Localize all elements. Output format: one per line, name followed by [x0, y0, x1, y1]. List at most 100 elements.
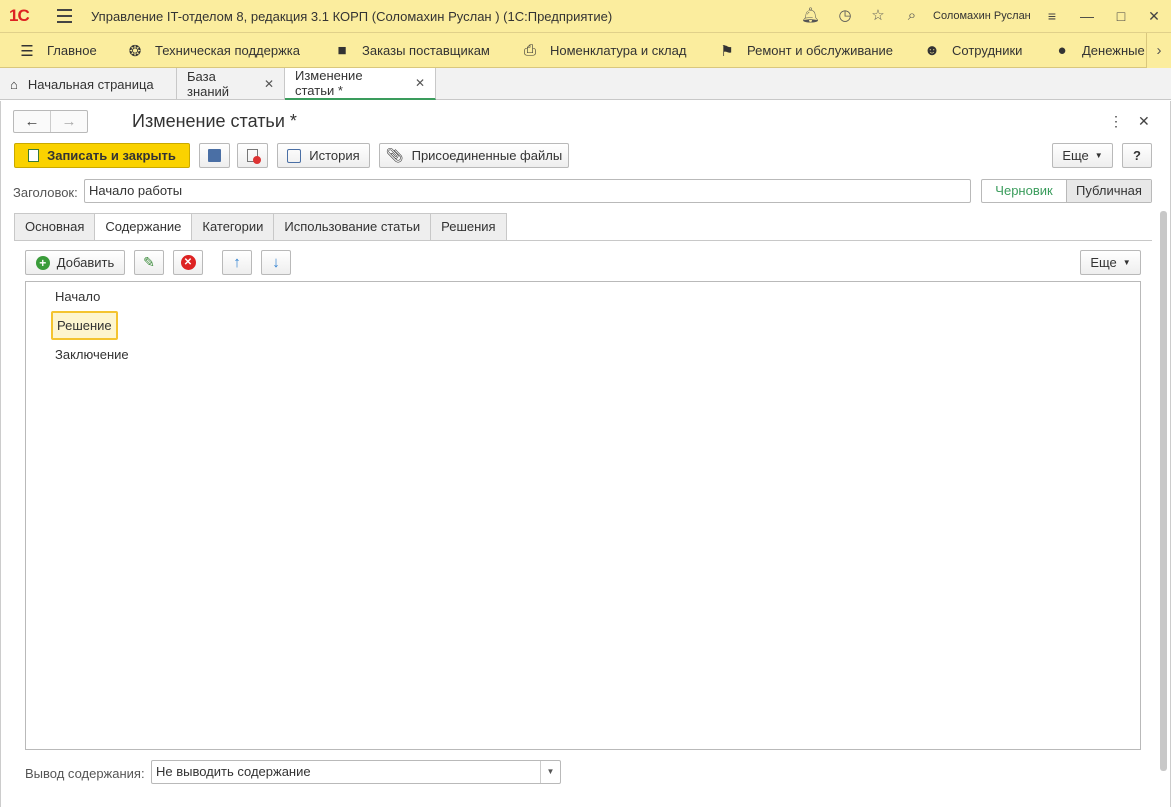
search-icon[interactable]: ⌕: [903, 7, 921, 25]
minimize-button[interactable]: —: [1078, 7, 1096, 25]
section-label: Ремонт и обслуживание: [747, 43, 893, 58]
app-logo: 1С: [9, 6, 30, 25]
money-bag-icon: ●: [1057, 42, 1067, 59]
save-button[interactable]: [199, 143, 230, 168]
button-label: Еще: [1090, 255, 1117, 270]
tab-edit-article[interactable]: Изменение статьи * ✕: [285, 68, 436, 100]
add-button[interactable]: + Добавить: [25, 250, 125, 275]
button-label: Добавить: [56, 255, 115, 270]
save-and-close-button[interactable]: Записать и закрыть: [14, 143, 190, 168]
sections-scroll-right-icon[interactable]: ›: [1146, 33, 1171, 68]
tab-main[interactable]: Основная: [14, 213, 96, 240]
content-list: Начало Решение Заключение: [25, 281, 1141, 750]
list-item[interactable]: Заключение: [55, 347, 129, 362]
vertical-scrollbar[interactable]: [1159, 201, 1168, 791]
tab-label: База знаний: [187, 69, 230, 99]
main-menu-icon[interactable]: [57, 9, 72, 23]
nav-buttons: ← →: [13, 110, 88, 133]
tab-knowledge-base[interactable]: База знаний ✕: [177, 68, 285, 100]
output-value: Не выводить содержание: [156, 764, 311, 779]
heading-input[interactable]: Начало работы: [84, 179, 971, 203]
floppy-disk-icon: [208, 149, 221, 162]
forward-arrow-icon[interactable]: →: [50, 111, 87, 132]
menu-icon: ☰: [20, 42, 34, 60]
tab-solutions[interactable]: Решения: [430, 213, 507, 240]
add-circle-icon: +: [35, 255, 50, 270]
tab-label: Начальная страница: [27, 76, 154, 92]
section-label: Заказы поставщикам: [362, 43, 490, 58]
article-form: ← → Изменение статьи * ⋮ ✕ Записать и за…: [0, 101, 1171, 807]
chevron-down-icon[interactable]: ▼: [540, 761, 560, 783]
output-select[interactable]: Не выводить содержание ▼: [151, 760, 561, 784]
scrollbar-thumb[interactable]: [1160, 211, 1167, 771]
list-more-button[interactable]: Еще ▼: [1080, 250, 1141, 275]
section-employees[interactable]: ☻ Сотрудники: [922, 33, 1022, 68]
dropdown-arrow-icon: ▼: [1122, 258, 1131, 267]
button-label: Присоединенные файлы: [411, 148, 563, 163]
attached-files-button[interactable]: 📎︎ Присоединенные файлы: [379, 143, 569, 168]
arrow-up-icon: ↑: [233, 254, 241, 271]
tab-content[interactable]: Содержание: [94, 213, 193, 241]
edit-button[interactable]: ✎: [134, 250, 164, 275]
tab-home[interactable]: ⌂ Начальная страница: [0, 68, 177, 100]
history-button[interactable]: История: [277, 143, 370, 168]
back-arrow-icon[interactable]: ←: [14, 111, 50, 132]
button-label: Еще: [1062, 148, 1089, 163]
printer-icon: ⎙: [523, 42, 536, 59]
pencil-icon: ✎: [143, 254, 155, 270]
move-up-button[interactable]: ↑: [222, 250, 252, 275]
list-item[interactable]: Начало: [55, 289, 100, 304]
section-repair[interactable]: ⚑ Ремонт и обслуживание: [717, 33, 893, 68]
history-search-icon: [287, 148, 302, 163]
tab-label: Изменение статьи *: [295, 68, 363, 98]
home-icon: ⌂: [10, 76, 18, 92]
delete-mark-button[interactable]: [237, 143, 268, 168]
status-public-button[interactable]: Публичная: [1066, 180, 1151, 202]
help-button[interactable]: ?: [1122, 143, 1152, 168]
close-icon[interactable]: ✕: [264, 77, 274, 91]
content-panel: + Добавить ✎ ✕ ↑ ↓ Еще ▼ Начало Решение …: [14, 240, 1152, 802]
document-check-icon: [28, 149, 40, 162]
settings-icon[interactable]: ≡: [1043, 7, 1061, 25]
tab-categories[interactable]: Категории: [191, 213, 275, 240]
button-label: Записать и закрыть: [47, 148, 176, 163]
close-icon[interactable]: ✕: [415, 76, 425, 90]
close-window-button[interactable]: ✕: [1145, 7, 1163, 25]
section-main[interactable]: ☰ Главное: [17, 33, 97, 68]
heading-label: Заголовок:: [13, 185, 78, 200]
arrow-down-icon: ↓: [272, 254, 280, 271]
more-button[interactable]: Еще ▼: [1052, 143, 1113, 168]
tab-article-usage[interactable]: Использование статьи: [273, 213, 432, 240]
maximize-button[interactable]: □: [1112, 7, 1130, 25]
move-down-button[interactable]: ↓: [261, 250, 291, 275]
button-label: История: [309, 148, 360, 163]
people-icon: ☻: [924, 42, 940, 59]
section-label: Денежные: [1082, 43, 1145, 58]
open-windows-bar: ⌂ Начальная страница База знаний ✕ Измен…: [0, 68, 1171, 100]
history-icon[interactable]: ◷: [836, 7, 854, 25]
section-support[interactable]: ❂ Техническая поддержка: [125, 33, 300, 68]
lifebuoy-icon: ❂: [128, 42, 142, 60]
status-toggle: Черновик Публичная: [981, 179, 1152, 203]
document-delete-icon: [247, 149, 261, 164]
more-options-icon[interactable]: ⋮: [1109, 113, 1123, 130]
delete-button[interactable]: ✕: [173, 250, 203, 275]
section-nomenclature[interactable]: ⎙ Номенклатура и склад: [520, 33, 686, 68]
list-item-selected[interactable]: Решение: [51, 311, 118, 340]
user-name[interactable]: Соломахин Руслан: [933, 10, 1031, 22]
paperclip-icon: 📎︎: [385, 147, 404, 163]
section-orders[interactable]: ■ Заказы поставщикам: [332, 33, 490, 68]
output-label: Вывод содержания:: [25, 766, 145, 781]
title-bar: 1С Управление IT-отделом 8, редакция 3.1…: [0, 0, 1171, 33]
section-label: Главное: [47, 43, 97, 58]
section-money[interactable]: ● Денежные: [1052, 33, 1145, 68]
section-label: Сотрудники: [952, 43, 1023, 58]
close-form-button[interactable]: ✕: [1138, 113, 1150, 130]
star-icon[interactable]: ☆: [869, 7, 887, 25]
app-title: Управление IT-отделом 8, редакция 3.1 КО…: [91, 9, 613, 24]
checkered-flag-icon: ⚑: [720, 42, 734, 60]
truck-icon: ■: [337, 42, 347, 59]
bell-icon[interactable]: 🔔︎: [801, 7, 820, 25]
section-label: Номенклатура и склад: [550, 43, 687, 58]
status-draft-button[interactable]: Черновик: [982, 180, 1066, 202]
